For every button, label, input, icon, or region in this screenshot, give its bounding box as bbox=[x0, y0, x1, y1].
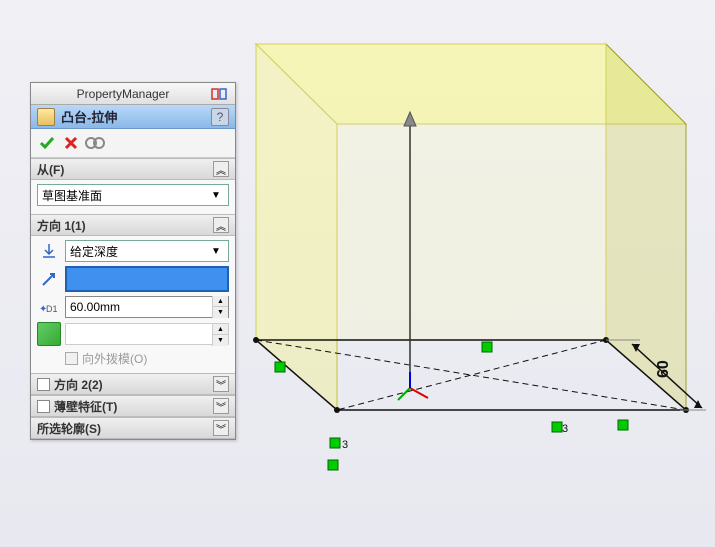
draft-outward-label: 向外拨模(O) bbox=[82, 350, 147, 367]
help-button[interactable]: ? bbox=[211, 108, 229, 126]
depth-input[interactable]: 60.00mm ▲ ▼ bbox=[65, 296, 229, 318]
svg-text:3: 3 bbox=[342, 439, 348, 451]
expand-icon[interactable]: ︾ bbox=[213, 420, 229, 436]
svg-text:60: 60 bbox=[655, 360, 672, 378]
extrude-icon bbox=[37, 108, 55, 126]
property-manager-panel: PropertyManager 凸台-拉伸 ? 从(F) ︽ 草图基准面 ▼ bbox=[30, 82, 236, 440]
collapse-icon[interactable]: ︽ bbox=[213, 217, 229, 233]
spin-up-icon[interactable]: ▲ bbox=[213, 324, 228, 335]
section-from-body: 草图基准面 ▼ bbox=[31, 180, 235, 214]
spin-down-icon[interactable]: ▼ bbox=[213, 335, 228, 346]
feature-title-bar: 凸台-拉伸 ? bbox=[31, 105, 235, 129]
thin-enable-checkbox[interactable] bbox=[37, 400, 50, 413]
section-thin-header[interactable]: 薄壁特征(T) ︾ bbox=[31, 395, 235, 417]
spin-up-icon[interactable]: ▲ bbox=[213, 296, 228, 307]
from-condition-dropdown[interactable]: 草图基准面 ▼ bbox=[37, 184, 229, 206]
direction-vector-icon[interactable] bbox=[37, 268, 61, 290]
end-condition-value: 给定深度 bbox=[70, 243, 208, 260]
extrude-preview bbox=[256, 44, 686, 410]
action-buttons bbox=[31, 129, 235, 158]
draft-icon[interactable] bbox=[37, 322, 61, 346]
section-thin-title: 薄壁特征(T) bbox=[54, 398, 213, 415]
ok-button[interactable] bbox=[37, 133, 57, 153]
svg-text:D1: D1 bbox=[46, 304, 58, 314]
expand-icon[interactable]: ︾ bbox=[213, 398, 229, 414]
dir2-enable-checkbox[interactable] bbox=[37, 378, 50, 391]
chevron-down-icon: ▼ bbox=[208, 190, 224, 201]
cancel-button[interactable] bbox=[61, 133, 81, 153]
feature-name: 凸台-拉伸 bbox=[61, 107, 211, 126]
collapse-icon[interactable]: ︽ bbox=[213, 161, 229, 177]
chevron-down-icon: ▼ bbox=[208, 246, 224, 257]
end-condition-dropdown[interactable]: 给定深度 ▼ bbox=[65, 240, 229, 262]
depth-icon: ✦D1 bbox=[37, 296, 61, 318]
expand-icon[interactable]: ︾ bbox=[213, 376, 229, 392]
section-dir2-title: 方向 2(2) bbox=[54, 376, 213, 393]
section-dir2-header[interactable]: 方向 2(2) ︾ bbox=[31, 373, 235, 395]
section-dir1-header[interactable]: 方向 1(1) ︽ bbox=[31, 214, 235, 236]
from-condition-value: 草图基准面 bbox=[42, 187, 208, 204]
depth-value: 60.00mm bbox=[66, 300, 212, 314]
pm-title: PropertyManager bbox=[37, 87, 209, 101]
pm-header: PropertyManager bbox=[31, 83, 235, 105]
section-dir1-body: 给定深度 ▼ ✦D1 60.00mm ▲ ▼ bbox=[31, 236, 235, 373]
section-from-title: 从(F) bbox=[37, 161, 213, 178]
detailed-preview-button[interactable] bbox=[85, 133, 105, 153]
section-contours-title: 所选轮廓(S) bbox=[37, 420, 213, 437]
section-from-header[interactable]: 从(F) ︽ bbox=[31, 158, 235, 180]
draft-outward-checkbox bbox=[65, 352, 78, 365]
pin-icon[interactable] bbox=[209, 87, 229, 101]
direction-selection-box[interactable] bbox=[65, 266, 229, 292]
origin-marker bbox=[398, 372, 428, 400]
svg-text:3: 3 bbox=[562, 423, 568, 435]
section-dir1-title: 方向 1(1) bbox=[37, 217, 213, 234]
reverse-direction-icon[interactable] bbox=[37, 240, 61, 262]
section-contours-header[interactable]: 所选轮廓(S) ︾ bbox=[31, 417, 235, 439]
spin-down-icon[interactable]: ▼ bbox=[213, 307, 228, 318]
draft-angle-input[interactable]: ▲ ▼ bbox=[65, 323, 229, 345]
